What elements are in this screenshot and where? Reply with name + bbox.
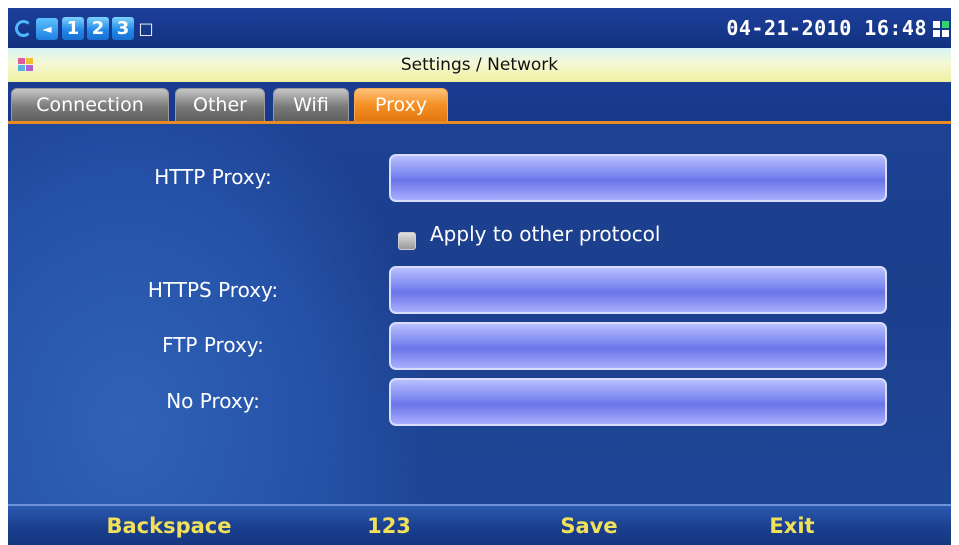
backspace-softkey[interactable]: Backspace [94, 512, 244, 540]
tab-connection[interactable]: Connection [11, 88, 169, 121]
tab-bar: Connection Other Wifi Proxy [8, 82, 951, 124]
apply-to-other-label[interactable]: Apply to other protocol [430, 221, 660, 247]
https-proxy-input[interactable] [389, 266, 887, 314]
ftp-proxy-label: FTP Proxy: [162, 333, 264, 357]
sync-icon [14, 18, 32, 40]
apply-to-other-checkbox[interactable] [398, 232, 416, 250]
exit-softkey[interactable]: Exit [717, 512, 867, 540]
http-proxy-input[interactable] [389, 154, 887, 202]
no-proxy-input[interactable] [389, 378, 887, 426]
input-mode-softkey[interactable]: 123 [314, 512, 464, 540]
phone-screen: ◄ 1 2 3 □ 04-21-2010 16:48 Settings / Ne… [8, 8, 951, 545]
tab-other[interactable]: Other [175, 88, 265, 121]
tab-wifi[interactable]: Wifi [273, 88, 349, 121]
line-3-icon[interactable]: 3 [112, 17, 134, 40]
save-softkey[interactable]: Save [514, 512, 664, 540]
softkey-bar: Backspace 123 Save Exit [8, 504, 951, 545]
speaker-icon: ◄ [36, 18, 58, 40]
http-proxy-label: HTTP Proxy: [154, 165, 272, 189]
network-icon [933, 21, 949, 37]
https-proxy-label: HTTPS Proxy: [147, 278, 279, 302]
page-title: Settings / Network [400, 55, 559, 75]
datetime: 04-21-2010 16:48 [726, 16, 927, 40]
line-1-icon[interactable]: 1 [62, 17, 84, 40]
ftp-proxy-input[interactable] [389, 322, 887, 370]
no-proxy-label: No Proxy: [166, 389, 260, 413]
status-bar: ◄ 1 2 3 □ 04-21-2010 16:48 [8, 8, 951, 48]
title-bar: Settings / Network [8, 48, 951, 82]
message-icon: □ [138, 19, 154, 38]
tab-proxy[interactable]: Proxy [354, 88, 448, 121]
proxy-settings-form: HTTP Proxy: Apply to other protocol HTTP… [8, 124, 951, 508]
line-2-icon[interactable]: 2 [87, 17, 109, 40]
